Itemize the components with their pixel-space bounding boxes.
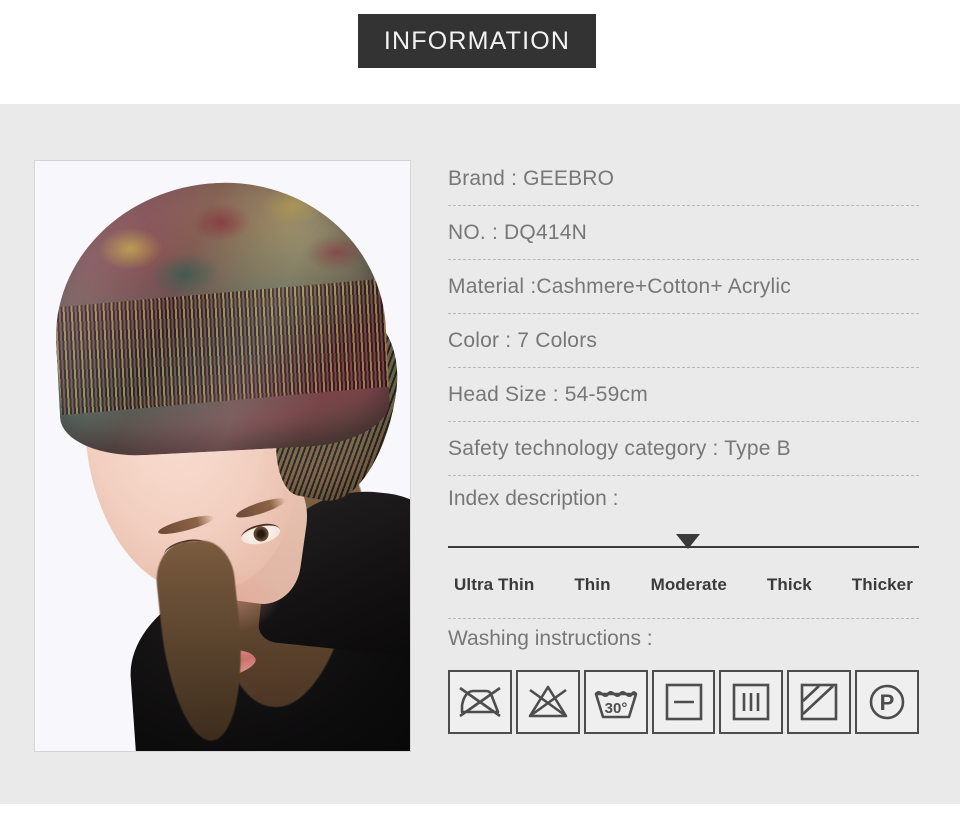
spec-row-material: Material :Cashmere+Cotton+ Acrylic [448, 260, 919, 314]
photo-eye-right [238, 520, 283, 548]
product-image-frame [34, 160, 411, 752]
banner-title: INFORMATION [383, 26, 571, 55]
photo-beanie [48, 174, 392, 460]
spec-text: Brand : GEEBRO [448, 166, 615, 190]
professional-dry-clean-p-icon: P [855, 670, 920, 734]
spec-row-head-size: Head Size : 54-59cm [448, 368, 919, 422]
index-description-section: Index description : Ultra Thin Thin Mode… [448, 476, 919, 619]
washing-instructions-section: Washing instructions : 30° P [448, 616, 920, 734]
spec-row-brand: Brand : GEEBRO [448, 152, 919, 206]
drip-dry-icon [719, 670, 784, 734]
product-photo [35, 161, 410, 751]
do-not-bleach-icon [515, 670, 580, 734]
page-header: INFORMATION [0, 0, 960, 104]
thickness-scale-labels: Ultra Thin Thin Moderate Thick Thicker [448, 568, 919, 602]
thickness-scale [448, 522, 919, 568]
spec-row-safety-category: Safety technology category : Type B [448, 422, 919, 476]
thickness-label-ultra-thin: Ultra Thin [454, 575, 535, 594]
care-symbol-row: 30° P [448, 670, 920, 734]
photo-beanie-sheen [48, 174, 392, 460]
photo-eyebrow-right [234, 494, 288, 522]
svg-text:P: P [880, 690, 895, 715]
svg-text:30°: 30° [604, 700, 627, 717]
washing-instructions-title: Washing instructions : [448, 627, 653, 650]
index-description-title: Index description : [448, 487, 619, 510]
spec-text: Material :Cashmere+Cotton+ Acrylic [448, 274, 791, 298]
thickness-label-moderate: Moderate [650, 575, 727, 594]
spec-text: NO. : DQ414N [448, 220, 587, 244]
thickness-label-thicker: Thicker [851, 575, 913, 594]
machine-wash-30-icon: 30° [583, 670, 648, 734]
spec-row-color: Color : 7 Colors [448, 314, 919, 368]
content-body: Brand : GEEBRO NO. : DQ414N Material :Ca… [0, 104, 960, 804]
information-banner: INFORMATION [358, 14, 596, 68]
thickness-label-thin: Thin [574, 575, 611, 594]
do-not-iron-icon [448, 670, 512, 734]
product-information-page: INFORMATION Brand: GEEBRO NO.: DQ414N … [0, 0, 960, 820]
thickness-scale-marker-icon [676, 534, 700, 549]
spec-row-number: NO. : DQ414N [448, 206, 919, 260]
photo-eyebrow-left [156, 511, 216, 538]
thickness-label-thick: Thick [766, 575, 812, 594]
specification-list: Brand : GEEBRO NO. : DQ414N Material :Ca… [448, 152, 919, 476]
dry-in-shade-icon [787, 670, 852, 734]
dry-flat-icon [651, 670, 716, 734]
spec-text: Head Size : 54-59cm [448, 382, 648, 406]
spec-text: Color : 7 Colors [448, 328, 598, 352]
spec-text: Safety technology category : Type B [448, 436, 791, 460]
